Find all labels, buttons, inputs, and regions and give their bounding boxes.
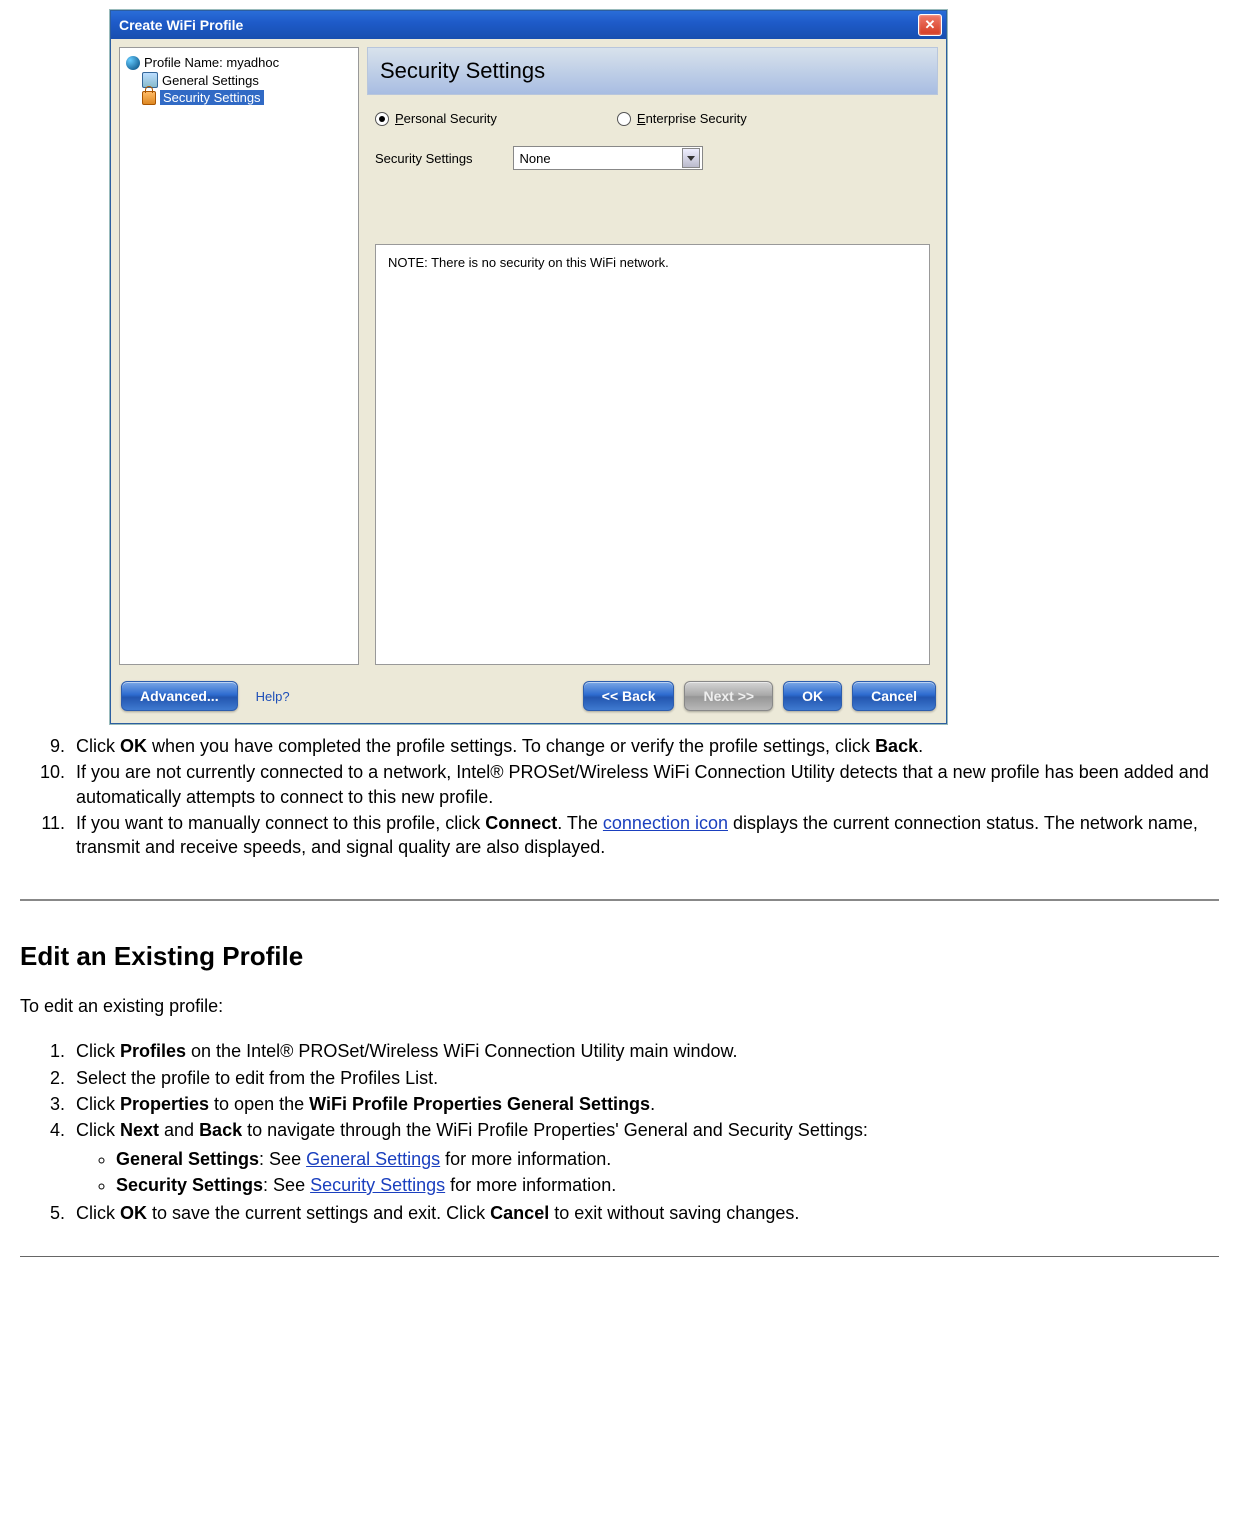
radio-enterprise-security[interactable]: Enterprise Security xyxy=(617,111,747,126)
advanced-button[interactable]: Advanced... xyxy=(121,681,238,711)
radio-personal-security[interactable]: Personal Security xyxy=(375,111,497,126)
edit-step-4-sub2: Security Settings: See Security Settings… xyxy=(116,1173,1229,1197)
tree-profile-name[interactable]: Profile Name: myadhoc xyxy=(124,54,354,71)
divider xyxy=(20,899,1219,901)
wifi-profile-dialog: Create WiFi Profile ✕ Profile Name: myad… xyxy=(110,10,947,724)
security-settings-label: Security Settings xyxy=(375,151,473,166)
step-11: If you want to manually connect to this … xyxy=(70,811,1229,860)
edit-step-4-sub1: General Settings: See General Settings f… xyxy=(116,1147,1229,1171)
tree-general-label: General Settings xyxy=(162,73,259,88)
dialog-title: Create WiFi Profile xyxy=(119,17,243,33)
bottom-divider xyxy=(20,1256,1219,1257)
connection-icon-link[interactable]: connection icon xyxy=(603,813,728,833)
wifi-icon xyxy=(126,56,140,70)
radio-personal-label: ersonal Security xyxy=(404,111,497,126)
cancel-button[interactable]: Cancel xyxy=(852,681,936,711)
security-settings-link[interactable]: Security Settings xyxy=(310,1175,445,1195)
select-value: None xyxy=(520,151,551,166)
general-settings-link[interactable]: General Settings xyxy=(306,1149,440,1169)
edit-step-4: Click Next and Back to navigate through … xyxy=(70,1118,1229,1197)
edit-step-1: Click Profiles on the Intel® PROSet/Wire… xyxy=(70,1039,1229,1063)
note-box: NOTE: There is no security on this WiFi … xyxy=(375,244,930,665)
steps-list-edit: Click Profiles on the Intel® PROSet/Wire… xyxy=(10,1039,1229,1225)
radio-unselected-icon xyxy=(617,112,631,126)
nav-tree: Profile Name: myadhoc General Settings S… xyxy=(119,47,359,665)
help-link[interactable]: Help? xyxy=(256,689,290,704)
back-button[interactable]: << Back xyxy=(583,681,675,711)
ok-button[interactable]: OK xyxy=(783,681,842,711)
radio-selected-icon xyxy=(375,112,389,126)
next-button: Next >> xyxy=(684,681,773,711)
chevron-down-icon xyxy=(682,148,700,168)
step-9: Click OK when you have completed the pro… xyxy=(70,734,1229,758)
edit-step-5: Click OK to save the current settings an… xyxy=(70,1201,1229,1225)
note-text: NOTE: There is no security on this WiFi … xyxy=(388,255,669,270)
steps-list-top: Click OK when you have completed the pro… xyxy=(10,734,1229,859)
tree-general-settings[interactable]: General Settings xyxy=(124,71,354,89)
lock-icon xyxy=(142,91,156,105)
section-title: Edit an Existing Profile xyxy=(20,941,1219,972)
edit-step-2: Select the profile to edit from the Prof… xyxy=(70,1066,1229,1090)
security-settings-select[interactable]: None xyxy=(513,146,703,170)
panel-header: Security Settings xyxy=(367,47,938,95)
radio-enterprise-label: nterprise Security xyxy=(646,111,747,126)
tree-security-label: Security Settings xyxy=(160,90,264,105)
close-icon[interactable]: ✕ xyxy=(918,14,942,36)
tree-security-settings[interactable]: Security Settings xyxy=(124,89,354,106)
edit-step-3: Click Properties to open the WiFi Profil… xyxy=(70,1092,1229,1116)
step-10: If you are not currently connected to a … xyxy=(70,760,1229,809)
tree-profile-label: Profile Name: myadhoc xyxy=(144,55,279,70)
section-intro: To edit an existing profile: xyxy=(20,996,1219,1017)
